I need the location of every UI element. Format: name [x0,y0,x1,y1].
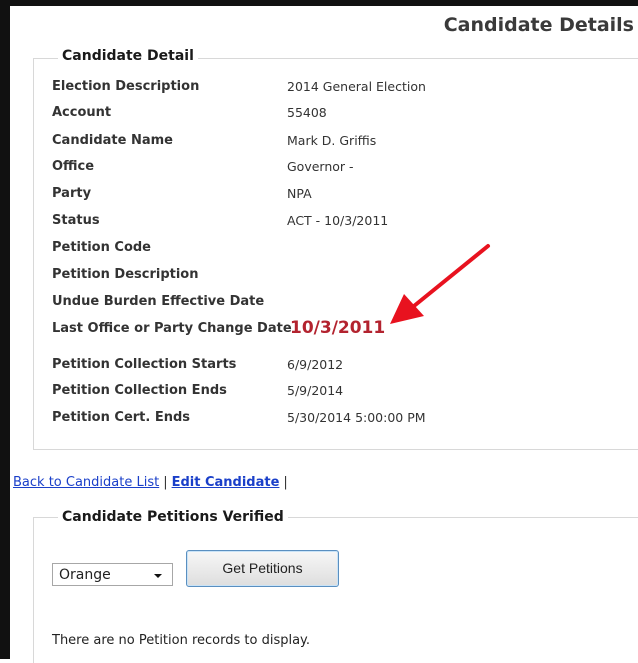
detail-value: 55408 [287,105,327,120]
detail-value: 5/9/2014 [287,383,344,398]
no-records-message: There are no Petition records to display… [52,633,311,648]
detail-label: Status [52,213,100,228]
detail-label: Petition Cert. Ends [52,410,191,425]
county-select-value: Orange [59,567,111,583]
action-links: Back to Candidate List | Edit Candidate | [13,475,292,490]
edit-candidate-link[interactable]: Edit Candidate [172,475,280,490]
back-to-candidate-list-link[interactable]: Back to Candidate List [13,475,159,490]
detail-value: ACT - 10/3/2011 [287,213,389,228]
county-select[interactable]: Orange [52,563,173,586]
detail-label: Candidate Name [52,133,173,148]
candidate-petitions-legend: Candidate Petitions Verified [58,509,288,525]
detail-value: Governor - [287,159,354,174]
detail-label: Petition Collection Starts [52,357,237,372]
detail-value: 6/9/2012 [287,357,344,372]
window-frame-left [0,0,10,659]
detail-label: Petition Collection Ends [52,383,227,398]
chevron-down-icon [154,574,162,578]
detail-label: Last Office or Party Change Date [52,321,292,336]
detail-value: 2014 General Election [287,79,426,94]
window-frame-top [0,0,638,6]
page-title: Candidate Details [443,14,634,36]
get-petitions-button[interactable]: Get Petitions [186,550,339,587]
detail-value: Mark D. Griffis [287,133,377,148]
detail-value: 5/30/2014 5:00:00 PM [287,410,426,425]
detail-value: NPA [287,186,312,201]
detail-label: Petition Code [52,240,151,255]
detail-label: Office [52,159,95,174]
link-separator: | [163,475,168,490]
detail-label: Account [52,105,112,120]
detail-label: Petition Description [52,267,199,282]
candidate-detail-legend: Candidate Detail [58,48,198,64]
detail-label: Party [52,186,92,201]
annotation-arrow-icon [390,244,490,324]
detail-label: Election Description [52,79,200,94]
last-change-date-value: 10/3/2011 [290,318,386,338]
detail-label: Undue Burden Effective Date [52,294,265,309]
link-separator-trailing: | [283,475,288,490]
